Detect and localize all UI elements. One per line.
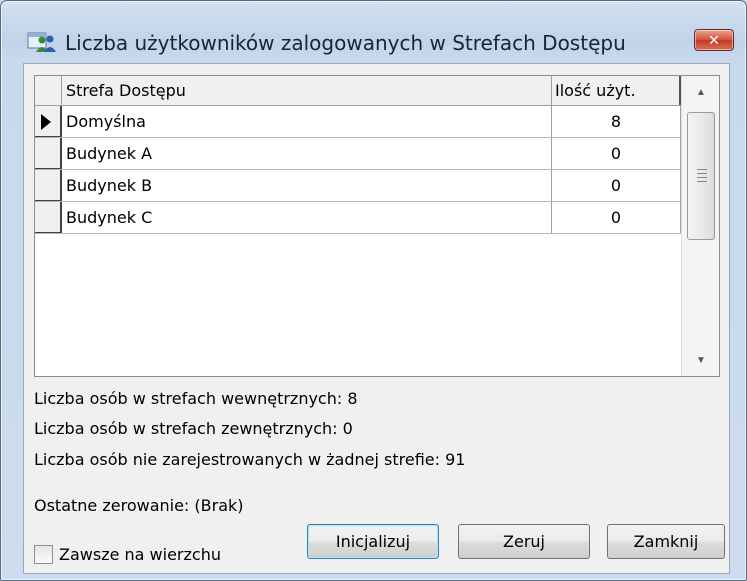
title-bar[interactable]: Liczba użytkowników zalogowanych w Stref…: [1, 1, 746, 61]
always-on-top-label[interactable]: Zawsze na wierzchu: [59, 545, 221, 564]
checkbox-box[interactable]: [34, 545, 53, 564]
close-icon: ✕: [708, 31, 720, 48]
window-title: Liczba użytkowników zalogowanych w Stref…: [65, 31, 626, 55]
bottom-controls: Zawsze na wierzchu Inicjalizuj Zeruj Zam…: [22, 62, 729, 573]
initialize-button[interactable]: Inicjalizuj: [307, 524, 439, 559]
reset-button[interactable]: Zeruj: [458, 524, 590, 559]
close-window-button[interactable]: ✕: [694, 29, 734, 51]
user-group-icon: [27, 27, 57, 53]
always-on-top-checkbox[interactable]: Zawsze na wierzchu: [34, 545, 221, 564]
close-button[interactable]: Zamknij: [607, 524, 725, 559]
